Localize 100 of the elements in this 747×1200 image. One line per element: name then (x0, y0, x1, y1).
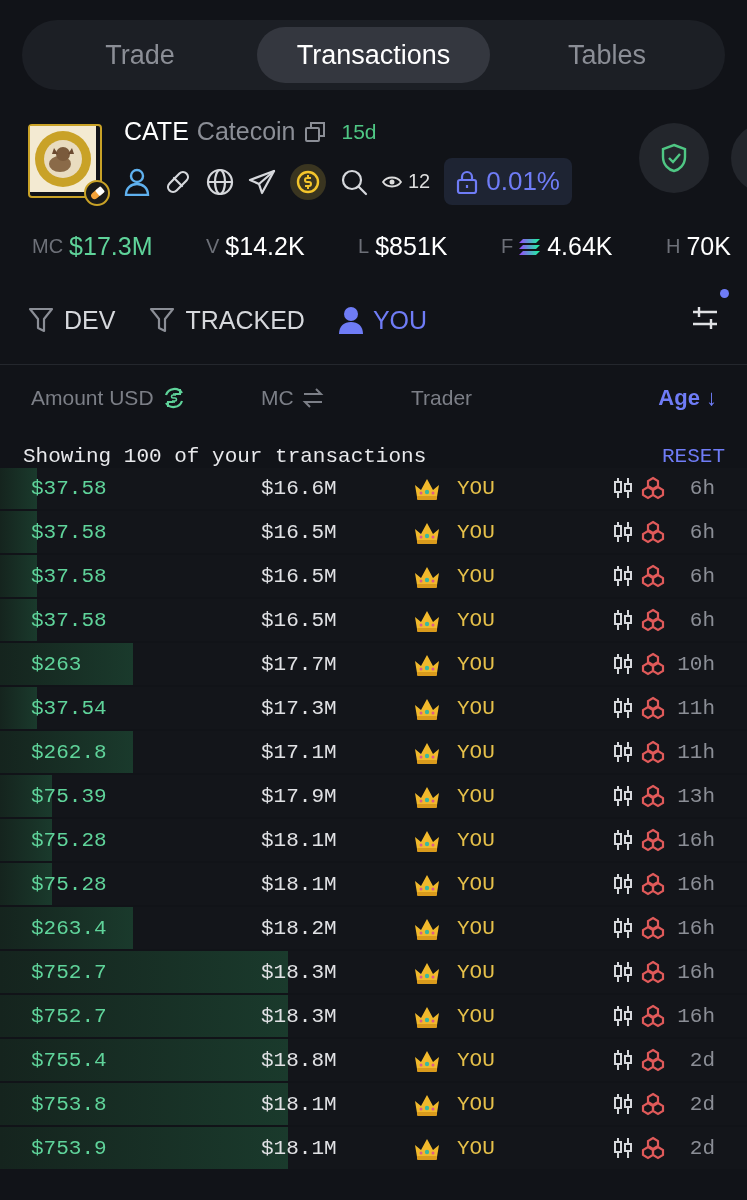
dollar-coin-icon[interactable] (290, 163, 326, 200)
amount-value: $37.58 (30, 476, 108, 500)
stat-label: F (500, 235, 514, 258)
amount-value: $263 (30, 652, 83, 676)
market-cap-value: $18.1M (261, 872, 338, 896)
sliders-icon[interactable] (691, 305, 719, 331)
filter-button[interactable]: TRACKED (149, 305, 305, 335)
trader-name: YOU (457, 476, 496, 500)
lock-percent: 0.01% (486, 166, 560, 197)
trader-name: YOU (457, 784, 496, 808)
age-value: 6h (688, 520, 715, 544)
candlestick-icon[interactable] (613, 784, 633, 808)
age-value: 16h (676, 1004, 715, 1028)
candlestick-icon[interactable] (613, 872, 633, 896)
cubes-icon[interactable] (641, 608, 665, 632)
person-icon[interactable] (124, 167, 150, 196)
amount-value: $37.58 (30, 608, 108, 632)
tab[interactable]: Transactions (257, 27, 490, 83)
amount-value: $37.54 (30, 696, 108, 720)
candlestick-icon[interactable] (613, 916, 633, 940)
column-header[interactable]: MC (261, 386, 411, 410)
candlestick-icon[interactable] (613, 652, 633, 676)
cubes-icon[interactable] (641, 872, 665, 896)
amount-value: $753.8 (30, 1092, 108, 1116)
market-cap-value: $17.9M (261, 784, 338, 808)
amount-value: $75.39 (30, 784, 108, 808)
age-value: 6h (688, 608, 715, 632)
shield-check-icon (661, 143, 687, 173)
trader-name: YOU (457, 1048, 496, 1072)
candlestick-icon[interactable] (613, 1004, 633, 1028)
age-value: 16h (676, 960, 715, 984)
candlestick-icon[interactable] (613, 564, 633, 588)
cubes-icon[interactable] (641, 652, 665, 676)
cubes-icon[interactable] (641, 740, 665, 764)
cubes-icon[interactable] (641, 784, 665, 808)
candlestick-icon[interactable] (613, 520, 633, 544)
market-cap-value: $18.3M (261, 960, 338, 984)
candlestick-icon[interactable] (613, 828, 633, 852)
cubes-icon[interactable] (641, 916, 665, 940)
cubes-icon[interactable] (641, 1092, 665, 1116)
cubes-icon[interactable] (641, 476, 665, 500)
cubes-icon[interactable] (641, 1004, 665, 1028)
reset-button[interactable]: RESET (662, 445, 725, 468)
filter-button[interactable]: DEV (28, 305, 116, 335)
tab[interactable]: Tables (495, 27, 718, 83)
send-icon[interactable] (248, 167, 276, 196)
notification-dot (720, 289, 729, 298)
trader-name: YOU (457, 1004, 496, 1028)
tab[interactable]: Trade (29, 27, 252, 83)
filter-button[interactable]: YOU (338, 305, 428, 335)
cubes-icon[interactable] (641, 564, 665, 588)
age-value: 16h (676, 872, 715, 896)
amount-value: $755.4 (30, 1048, 108, 1072)
market-cap-value: $16.6M (261, 476, 338, 500)
market-cap-value: $18.8M (261, 1048, 338, 1072)
candlestick-icon[interactable] (613, 696, 633, 720)
age-value: 2d (688, 1048, 715, 1072)
candlestick-icon[interactable] (613, 1136, 633, 1160)
cubes-icon[interactable] (641, 520, 665, 544)
age-value: 11h (676, 740, 715, 764)
globe-icon[interactable] (206, 167, 234, 196)
cubes-icon[interactable] (641, 1136, 665, 1160)
column-header[interactable]: Age ↓ (658, 385, 717, 411)
candlestick-icon[interactable] (613, 1092, 633, 1116)
candlestick-icon[interactable] (613, 960, 633, 984)
age-value: 13h (676, 784, 715, 808)
search-icon[interactable] (340, 167, 368, 196)
market-cap-value: $16.5M (261, 564, 338, 588)
amount-value: $75.28 (30, 872, 108, 896)
age-value: 2d (688, 1136, 715, 1160)
candlestick-icon[interactable] (613, 476, 633, 500)
eye-icon (382, 174, 402, 189)
candlestick-icon[interactable] (613, 740, 633, 764)
candlestick-icon[interactable] (613, 608, 633, 632)
trader-name: YOU (457, 564, 496, 588)
market-cap-value: $18.1M (261, 1136, 338, 1160)
column-header[interactable]: Trader (411, 386, 659, 410)
amount-value: $37.58 (30, 520, 108, 544)
funnel-icon (149, 306, 176, 334)
trader-name: YOU (457, 520, 496, 544)
amount-value: $752.7 (30, 960, 108, 984)
copy-icon[interactable] (303, 120, 326, 143)
cubes-icon[interactable] (641, 1048, 665, 1072)
market-cap-value: $18.3M (261, 1004, 338, 1028)
age-value: 10h (676, 652, 715, 676)
cubes-icon[interactable] (641, 960, 665, 984)
candlestick-icon[interactable] (613, 1048, 633, 1072)
amount-value: $262.8 (30, 740, 108, 764)
market-cap-value: $17.7M (261, 652, 338, 676)
amount-value: $75.28 (30, 828, 108, 852)
market-cap-value: $16.5M (261, 608, 338, 632)
stat-label: MC (32, 235, 64, 258)
cubes-icon[interactable] (641, 828, 665, 852)
stat-label: H (666, 235, 681, 258)
age-value: 6h (688, 564, 715, 588)
cubes-icon[interactable] (641, 696, 665, 720)
trader-name: YOU (457, 1136, 496, 1160)
amount-value: $37.58 (30, 564, 108, 588)
market-cap-value: $17.1M (261, 740, 338, 764)
column-header[interactable]: Amount USD (31, 386, 261, 410)
